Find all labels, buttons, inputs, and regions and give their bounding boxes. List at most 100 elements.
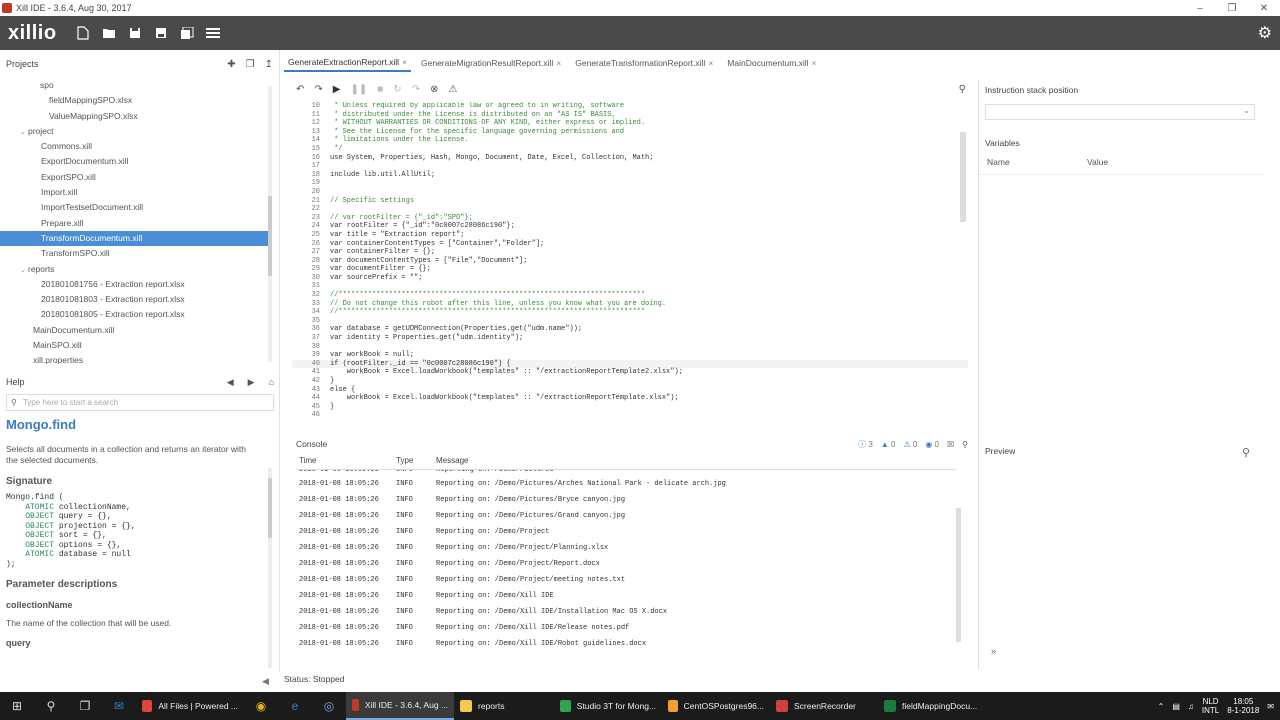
line-number[interactable]: 13 [292,128,330,137]
line-number[interactable]: 34 [292,308,330,317]
editor-tab[interactable]: GenerateExtractionReport.xill × [284,54,411,72]
line-number[interactable]: 32 [292,291,330,300]
tree-item[interactable]: Commons.xill [0,139,270,154]
line-number[interactable]: 26 [292,240,330,249]
taskbar-app[interactable]: CentOSPostgres96... [662,692,770,720]
volume-icon[interactable]: ♫ [1188,702,1194,711]
save-icon[interactable] [122,20,148,46]
save-all-icon[interactable] [174,20,200,46]
line-number[interactable]: 43 [292,386,330,395]
chevron-down-icon[interactable]: ⌄ [20,125,28,140]
fatal-filter[interactable]: ◉ 0 [925,440,939,449]
editor-search-icon[interactable]: ⚲ [959,84,966,95]
info-filter[interactable]: ⓘ 3 [858,439,873,450]
editor-tab[interactable]: GenerateTransformationReport.xill × [571,54,717,72]
editor-scrollbar[interactable] [960,132,966,222]
tree-item[interactable]: MainSPO.xill [0,338,270,353]
line-number[interactable]: 12 [292,119,330,128]
tree-item[interactable]: MainDocumentum.xill [0,323,270,338]
help-home-icon[interactable]: ⌂ [269,377,274,388]
taskbar-app[interactable]: reports [454,692,554,720]
line-number[interactable]: 41 [292,368,330,377]
close-tab-icon[interactable]: × [708,58,713,68]
line-number[interactable]: 24 [292,222,330,231]
line-number[interactable]: 23 [292,214,330,223]
line-number[interactable]: 22 [292,205,330,214]
stop-circle-icon[interactable]: ⊗ [430,84,438,95]
step-in-icon[interactable]: ↻ [393,84,401,95]
console-row[interactable]: 2018-01-08 18:05:26 INFO Reporting on: /De… [296,508,956,524]
line-number[interactable]: 27 [292,248,330,257]
upload-icon[interactable]: ↥ [265,59,273,70]
line-number[interactable]: 42 [292,377,330,386]
help-forward-icon[interactable]: ▶ [248,377,255,388]
line-number[interactable]: 11 [292,111,330,120]
tree-item[interactable]: TransformSPO.xill [0,246,270,261]
help-scrollbar[interactable] [268,468,272,668]
undo-icon[interactable]: ↶ [296,84,304,95]
preview-search-icon[interactable]: ⚲ [1242,446,1250,459]
line-number[interactable]: 39 [292,351,330,360]
code-editor[interactable]: 10 * Unless required by applicable law o… [292,102,968,424]
line-number[interactable]: 19 [292,179,330,188]
error-filter[interactable]: ⚠ 0 [903,440,917,449]
tree-item[interactable]: ImportTestsetDocument.xill [0,200,270,215]
run-icon[interactable]: ▶ [333,84,341,95]
maximize-button[interactable]: ❐ [1216,3,1248,14]
stop-icon[interactable]: ■ [377,84,383,95]
line-number[interactable]: 45 [292,403,330,412]
tree-item[interactable]: 201801081805 - Extraction report.xlsx [0,307,270,322]
console-row[interactable]: 2018-01-08 18:05:26 INFO Reporting on: /De… [296,556,956,572]
line-number[interactable]: 44 [292,394,330,403]
clear-console-icon[interactable]: ☒ [947,440,954,449]
warn-filter[interactable]: ▲ 0 [881,440,896,449]
taskbar-app[interactable]: fieldMappingDocu... [878,692,986,720]
line-number[interactable]: 38 [292,343,330,352]
console-row[interactable]: 2018-01-08 18:05:26 INFO Reporting on: /De… [296,492,956,508]
collapse-left-icon[interactable]: ◀ [262,676,269,687]
tree-item[interactable]: ⌄ project [0,124,270,139]
console-row[interactable]: 2018-01-08 18:05:26 INFO Reporting on: /De… [296,588,956,604]
step-over-icon[interactable]: ↷ [412,84,420,95]
console-row[interactable]: 2018-01-08 18:05:26 INFO Reporting on: /De… [296,524,956,540]
tree-item[interactable]: ExportSPO.xill [0,170,270,185]
console-search-icon[interactable]: ⚲ [962,440,968,449]
tray-up-icon[interactable]: ⌃ [1158,702,1165,711]
line-number[interactable]: 15 [292,145,330,154]
close-tab-icon[interactable]: × [812,58,817,68]
network-icon[interactable]: ▤ [1172,702,1180,711]
expand-icon[interactable]: » [991,646,996,656]
warning-icon[interactable]: ⚠ [448,84,457,95]
project-tree-scrollbar[interactable] [268,86,272,362]
chrome-icon[interactable]: ◉ [244,692,278,720]
close-tab-icon[interactable]: × [556,58,561,68]
line-number[interactable]: 28 [292,257,330,266]
line-number[interactable]: 46 [292,411,330,420]
close-window-button[interactable]: ✕ [1248,3,1280,14]
language-indicator[interactable]: NLD INTL [1202,697,1219,715]
edge-icon[interactable]: e [278,692,312,720]
line-number[interactable]: 35 [292,317,330,326]
tree-item[interactable]: 201801081803 - Extraction report.xlsx [0,292,270,307]
close-tab-icon[interactable]: × [402,57,407,67]
add-project-icon[interactable]: ✚ [227,59,235,70]
chevron-down-icon[interactable]: ⌄ [20,263,28,278]
editor-tab[interactable]: MainDocumentum.xill × [723,54,820,72]
taskbar-search-icon[interactable]: ⚲ [34,692,68,720]
tree-item[interactable]: fieldMappingSPO.xlsx [0,93,270,108]
taskbar-app[interactable]: Studio 3T for Mong... [554,692,662,720]
line-number[interactable]: 30 [292,274,330,283]
line-number[interactable]: 29 [292,265,330,274]
line-number[interactable]: 16 [292,154,330,163]
tree-item[interactable]: Prepare.xill [0,216,270,231]
line-number[interactable]: 14 [292,136,330,145]
tree-item[interactable]: xill.properties [0,353,270,364]
tree-item[interactable]: 201801081756 - Extraction report.xlsx [0,277,270,292]
console-row[interactable]: 2018-01-08 18:05:26 INFO Reporting on: /De… [296,636,956,652]
taskbar-app[interactable]: All Files | Powered ... [136,692,244,720]
open-folder-icon[interactable] [96,20,122,46]
line-number[interactable]: 21 [292,197,330,206]
outlook-icon[interactable]: ✉ [102,692,136,720]
minimize-button[interactable]: – [1184,3,1216,14]
tree-item[interactable]: TransformDocumentum.xill [0,230,270,247]
